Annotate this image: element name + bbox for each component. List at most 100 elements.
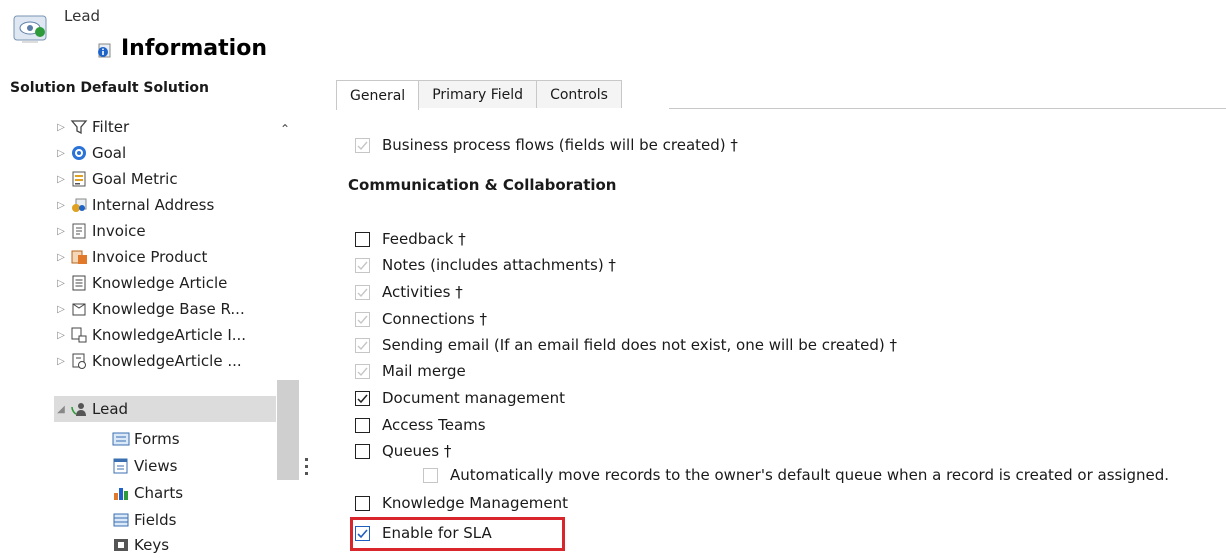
tree-item-goal-metric[interactable]: ▷ Goal Metric xyxy=(54,166,276,192)
invoice-product-icon xyxy=(71,250,87,264)
expand-arrow-icon[interactable]: ▷ xyxy=(54,278,68,289)
tree-item-invoice-product[interactable]: ▷ Invoice Product xyxy=(54,244,276,270)
kb-record-icon xyxy=(72,303,86,316)
tree-item-filter[interactable]: ▷ Filter xyxy=(54,114,276,140)
tab-divider xyxy=(669,108,1226,109)
goal-icon xyxy=(72,146,86,160)
goal-metric-icon xyxy=(72,171,86,187)
option-connections[interactable]: Connections † xyxy=(355,310,487,328)
tree-item-label: KnowledgeArticle ... xyxy=(92,352,242,370)
tree-item-knowledgearticle-incident[interactable]: ▷ KnowledgeArticle I... xyxy=(54,322,276,348)
auto-move-label: Automatically move records to the owner'… xyxy=(450,466,1170,484)
scrollbar-thumb[interactable] xyxy=(277,380,299,480)
tree-item-label: Goal Metric xyxy=(92,170,178,188)
tree-item-views[interactable]: Views xyxy=(110,453,276,479)
tree-item-knowledge-article[interactable]: ▷ Knowledge Article xyxy=(54,270,276,296)
tree-item-goal[interactable]: ▷ Goal xyxy=(54,140,276,166)
queues-checkbox[interactable] xyxy=(355,443,370,459)
option-notes[interactable]: Notes (includes attachments) † xyxy=(355,256,616,274)
option-sending-email[interactable]: Sending email (If an email field does no… xyxy=(355,336,897,354)
sending-email-checkbox[interactable] xyxy=(355,337,370,353)
tree-item-forms[interactable]: Forms xyxy=(110,426,276,452)
option-business-process-flows[interactable]: Business process flows (fields will be c… xyxy=(355,136,738,154)
expand-arrow-icon[interactable]: ▷ xyxy=(54,226,68,237)
tab-primary-field[interactable]: Primary Field xyxy=(418,80,538,108)
tree-item-knowledge-base-record[interactable]: ▷ Knowledge Base R... xyxy=(54,296,276,322)
views-icon xyxy=(113,458,128,474)
collapse-arrow-icon[interactable]: ◢ xyxy=(54,404,68,415)
tree-item-keys[interactable]: Keys xyxy=(110,532,276,558)
feedback-label: Feedback † xyxy=(382,230,466,248)
access-teams-label: Access Teams xyxy=(382,416,486,434)
option-document-management[interactable]: Document management xyxy=(355,389,565,407)
activities-label: Activities † xyxy=(382,283,463,301)
expand-arrow-icon[interactable]: ▷ xyxy=(54,148,68,159)
tree-item-label: Lead xyxy=(92,400,129,418)
lead-icon xyxy=(71,403,86,416)
keys-icon xyxy=(114,539,128,551)
tree-item-label: Keys xyxy=(134,536,170,554)
entity-name: Lead xyxy=(64,7,101,25)
tree-item-lead[interactable]: ◢ Lead xyxy=(54,396,276,422)
tree-item-knowledgearticle-views[interactable]: ▷ KnowledgeArticle ... xyxy=(54,348,276,374)
option-feedback[interactable]: Feedback † xyxy=(355,230,466,248)
tree-item-label: Knowledge Article xyxy=(92,274,228,292)
expand-arrow-icon[interactable]: ▷ xyxy=(54,122,68,133)
solution-tree: ▷ Filter ▷ Goal ▷ Goal Metric ▷ Internal… xyxy=(0,112,310,557)
sending-email-label: Sending email (If an email field does no… xyxy=(382,336,898,354)
tree-item-invoice[interactable]: ▷ Invoice xyxy=(54,218,276,244)
tree-item-fields[interactable]: Fields xyxy=(110,507,276,533)
option-queues[interactable]: Queues † xyxy=(355,442,451,460)
expand-arrow-icon[interactable]: ▷ xyxy=(54,330,68,341)
knowledge-management-checkbox[interactable] xyxy=(355,495,370,511)
panel-splitter[interactable] xyxy=(305,458,308,479)
tree-item-charts[interactable]: Charts xyxy=(110,480,276,506)
feedback-checkbox[interactable] xyxy=(355,231,370,247)
expand-arrow-icon[interactable]: ▷ xyxy=(54,252,68,263)
tree-item-label: KnowledgeArticle I... xyxy=(92,326,247,344)
filter-icon xyxy=(70,120,88,135)
mail-merge-checkbox[interactable] xyxy=(355,363,370,379)
option-access-teams[interactable]: Access Teams xyxy=(355,416,486,434)
mail-merge-label: Mail merge xyxy=(382,362,466,380)
fields-icon xyxy=(113,513,129,527)
tree-item-label: Views xyxy=(134,457,178,475)
information-icon xyxy=(97,42,113,58)
tree-item-label: Invoice xyxy=(92,222,146,240)
document-management-checkbox[interactable] xyxy=(355,390,370,406)
notes-checkbox[interactable] xyxy=(355,257,370,273)
highlight-box xyxy=(350,517,565,551)
scroll-up-icon[interactable]: ⌃ xyxy=(280,122,290,136)
option-activities[interactable]: Activities † xyxy=(355,283,463,301)
address-icon xyxy=(72,198,87,212)
bpf-label: Business process flows (fields will be c… xyxy=(382,136,738,154)
option-knowledge-management[interactable]: Knowledge Management xyxy=(355,494,568,512)
tree-item-label: Filter xyxy=(92,118,130,136)
tree-item-label: Invoice Product xyxy=(92,248,208,266)
page-title: Information xyxy=(121,36,267,61)
charts-icon xyxy=(114,488,128,500)
knowledge-management-label: Knowledge Management xyxy=(382,494,569,512)
tree-item-label: Charts xyxy=(134,484,184,502)
access-teams-checkbox[interactable] xyxy=(355,417,370,433)
article-incident-icon xyxy=(71,327,87,343)
expand-arrow-icon[interactable]: ▷ xyxy=(54,200,68,211)
expand-arrow-icon[interactable]: ▷ xyxy=(54,356,68,367)
tree-item-label: Internal Address xyxy=(92,196,215,214)
bpf-checkbox[interactable] xyxy=(355,137,370,153)
tab-general[interactable]: General xyxy=(336,80,420,110)
expand-arrow-icon[interactable]: ▷ xyxy=(54,304,68,315)
option-mail-merge[interactable]: Mail merge xyxy=(355,362,466,380)
solution-title: Solution Default Solution xyxy=(10,80,209,96)
tree-item-label: Knowledge Base R... xyxy=(92,300,245,318)
auto-move-checkbox[interactable] xyxy=(423,467,438,483)
connections-checkbox[interactable] xyxy=(355,311,370,327)
option-auto-move-queue[interactable]: Automatically move records to the owner'… xyxy=(423,466,1169,484)
activities-checkbox[interactable] xyxy=(355,284,370,300)
expand-arrow-icon[interactable]: ▷ xyxy=(54,174,68,185)
tree-item-label: Goal xyxy=(92,144,127,162)
tab-controls[interactable]: Controls xyxy=(536,80,622,108)
invoice-icon xyxy=(72,223,86,239)
section-heading-communication: Communication & Collaboration xyxy=(348,176,617,194)
tree-item-internal-address[interactable]: ▷ Internal Address xyxy=(54,192,276,218)
